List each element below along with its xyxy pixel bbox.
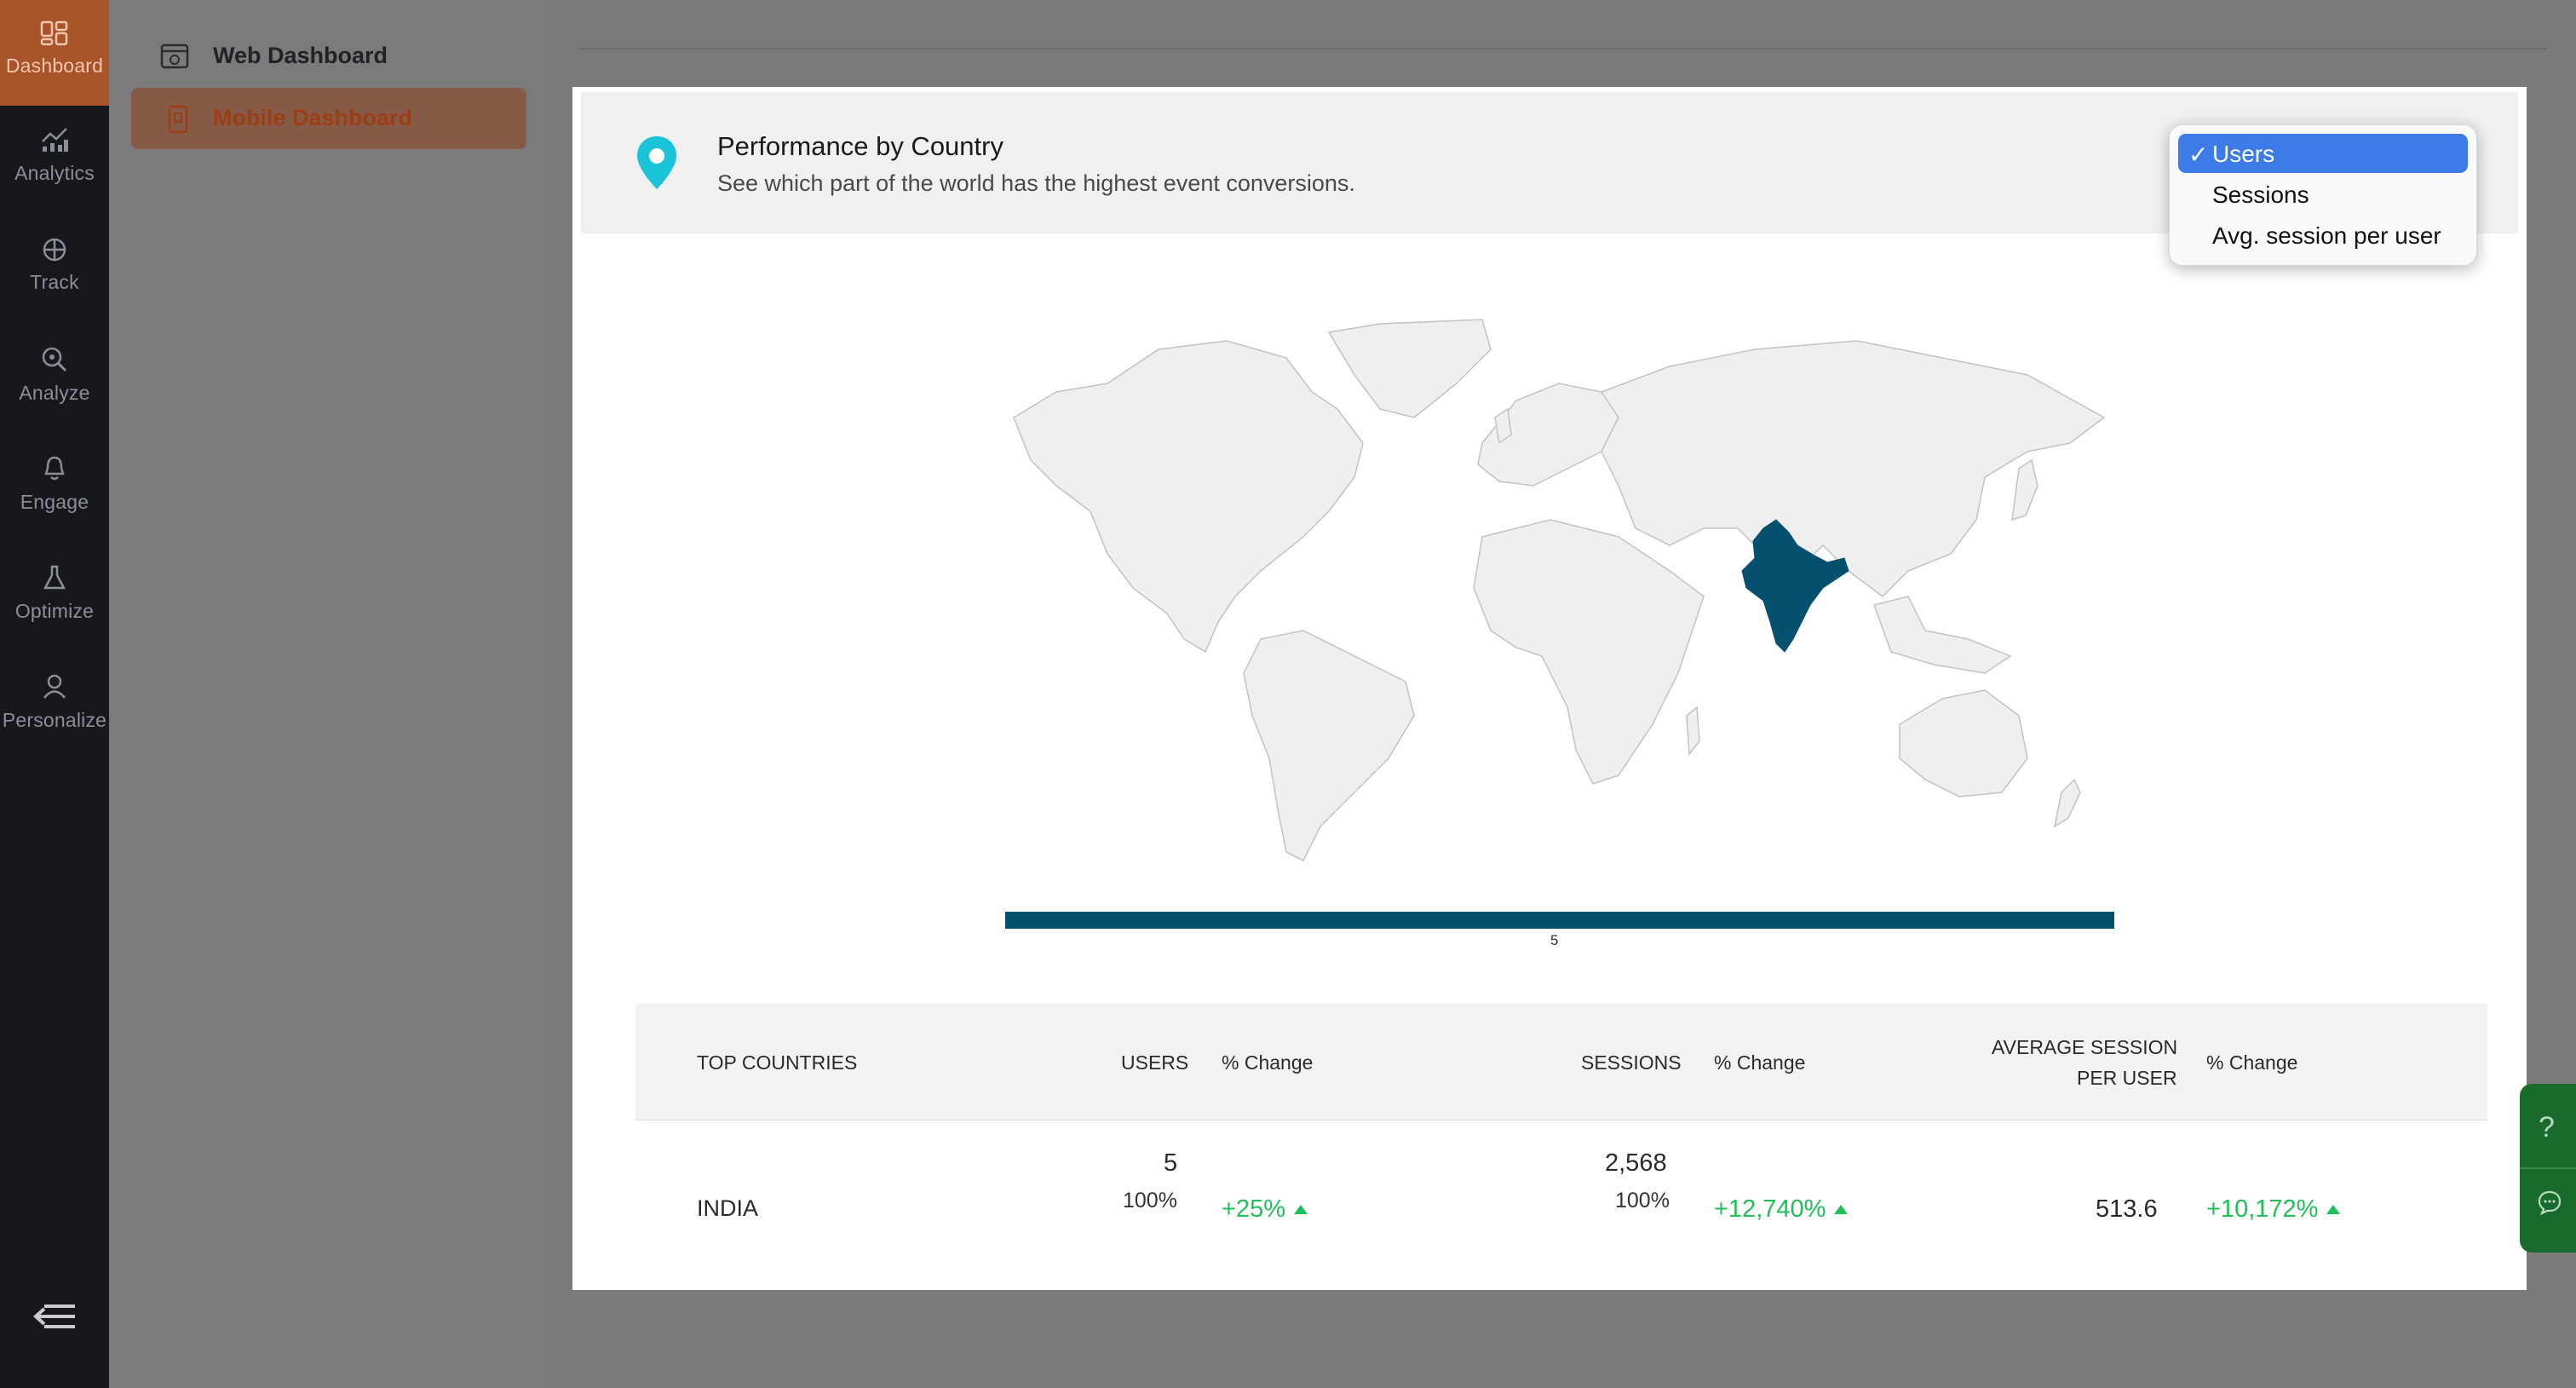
map-region-japan (2011, 458, 2038, 521)
rail-item-analyze[interactable]: Analyze (0, 336, 109, 441)
header-top-countries: TOP COUNTRIES (697, 1051, 858, 1074)
rail-item-personalize[interactable]: Personalize (0, 663, 109, 769)
analyze-icon (42, 347, 67, 372)
rail-label: Engage (20, 491, 89, 513)
chat-icon[interactable] (2537, 1189, 2562, 1215)
option-label: Users (2212, 141, 2275, 167)
checkmark-icon: ✓ (2188, 141, 2209, 168)
cell-sessions: 2,568 (1605, 1149, 1667, 1177)
map-region-south-america (1243, 630, 1415, 862)
map-region-madagascar (1686, 706, 1700, 756)
arrow-up-icon (1293, 1205, 1308, 1214)
option-sessions[interactable]: Sessions (2178, 175, 2468, 214)
rail-item-optimize[interactable]: Optimize (0, 554, 109, 659)
card-title: Performance by Country (717, 131, 1003, 161)
arrow-up-icon (2326, 1205, 2341, 1214)
cell-users-share: 100% (1123, 1189, 1177, 1212)
cell-users: 5 (1164, 1149, 1178, 1177)
track-icon (43, 238, 66, 262)
map-legend-bar (1005, 912, 2114, 929)
cell-avg-change: +10,172% (2206, 1195, 2341, 1224)
help-widget: ? (2520, 1084, 2576, 1253)
rail-item-analytics[interactable]: Analytics (0, 118, 109, 223)
dashboard-submenu: Web Dashboard Mobile Dashboard (109, 0, 545, 1388)
option-avg-session[interactable]: Avg. session per user (2178, 216, 2468, 255)
rail-item-track[interactable]: Track (0, 227, 109, 332)
analytics-icon (42, 128, 68, 152)
header-sessions-change: % Change (1714, 1051, 1806, 1074)
world-map (1013, 319, 2106, 862)
header-avg-line2: PER USER (2077, 1067, 2177, 1089)
cell-sessions-share: 100% (1615, 1189, 1670, 1212)
card-subtitle: See which part of the world has the high… (717, 170, 1355, 196)
rail-label: Optimize (14, 600, 95, 622)
rail-item-dashboard[interactable]: Dashboard (0, 0, 121, 106)
rail-label: Personalize (2, 709, 107, 731)
arrow-up-icon (1834, 1205, 1849, 1214)
header-users: USERS (1121, 1051, 1189, 1074)
mobile-icon (168, 105, 188, 134)
cell-avg-session: 513.6 (2096, 1195, 2158, 1223)
table-header: TOP COUNTRIES USERS % Change SESSIONS % … (635, 1004, 2487, 1120)
submenu-label: Web Dashboard (213, 43, 388, 68)
option-label: Sessions (2212, 181, 2309, 208)
rail-label: Track (30, 271, 79, 293)
cell-country: INDIA (697, 1195, 759, 1221)
map-region-southeast-asia (1873, 596, 2012, 674)
map-region-africa (1473, 519, 1705, 785)
option-label: Avg. session per user (2212, 222, 2441, 249)
background-panel (579, 0, 2547, 49)
submenu-item-mobile-dashboard[interactable]: Mobile Dashboard (131, 88, 526, 149)
header-sessions: SESSIONS (1581, 1051, 1682, 1074)
cell-users-change: +25% (1222, 1195, 1308, 1224)
header-avg-line1: AVERAGE SESSION (1992, 1036, 2178, 1058)
flask-icon (43, 565, 66, 590)
cell-sessions-change: +12,740% (1714, 1195, 1849, 1224)
icon-rail: Dashboard Analytics Track Analyze Engage (0, 0, 121, 1388)
map-region-australia (1899, 689, 2028, 798)
header-users-change: % Change (1222, 1051, 1314, 1074)
map-region-new-zealand (2053, 778, 2081, 828)
bell-icon (44, 456, 65, 481)
rail-label: Analyze (19, 382, 90, 404)
divider (2520, 1167, 2576, 1169)
users-change-value: +25% (1222, 1195, 1285, 1223)
help-question-icon[interactable]: ? (2539, 1111, 2555, 1144)
browser-icon (160, 43, 189, 69)
rail-label: Analytics (14, 162, 95, 184)
dashboard-icon (40, 20, 68, 46)
submenu-label: Mobile Dashboard (213, 105, 413, 130)
option-users[interactable]: ✓ Users (2178, 134, 2468, 173)
user-icon (43, 674, 66, 699)
sessions-change-value: +12,740% (1714, 1195, 1826, 1223)
rail-item-engage[interactable]: Engage (0, 445, 109, 550)
rail-label: Dashboard (5, 55, 104, 77)
map-region-north-america (1013, 340, 1364, 654)
avg-change-value: +10,172% (2206, 1195, 2319, 1223)
submenu-item-web-dashboard[interactable]: Web Dashboard (129, 26, 634, 87)
metric-select-dropdown[interactable]: ✓ Users Sessions Avg. session per user (2169, 124, 2477, 266)
location-pin-icon (637, 136, 676, 189)
header-avg-change: % Change (2206, 1051, 2298, 1074)
map-region-greenland (1327, 319, 1492, 418)
table-row[interactable]: INDIA 5 100% +25% 2,568 100% +12,740% 51… (635, 1120, 2487, 1291)
collapse-menu-icon[interactable] (32, 1302, 77, 1331)
map-legend-value: 5 (1550, 932, 1559, 948)
